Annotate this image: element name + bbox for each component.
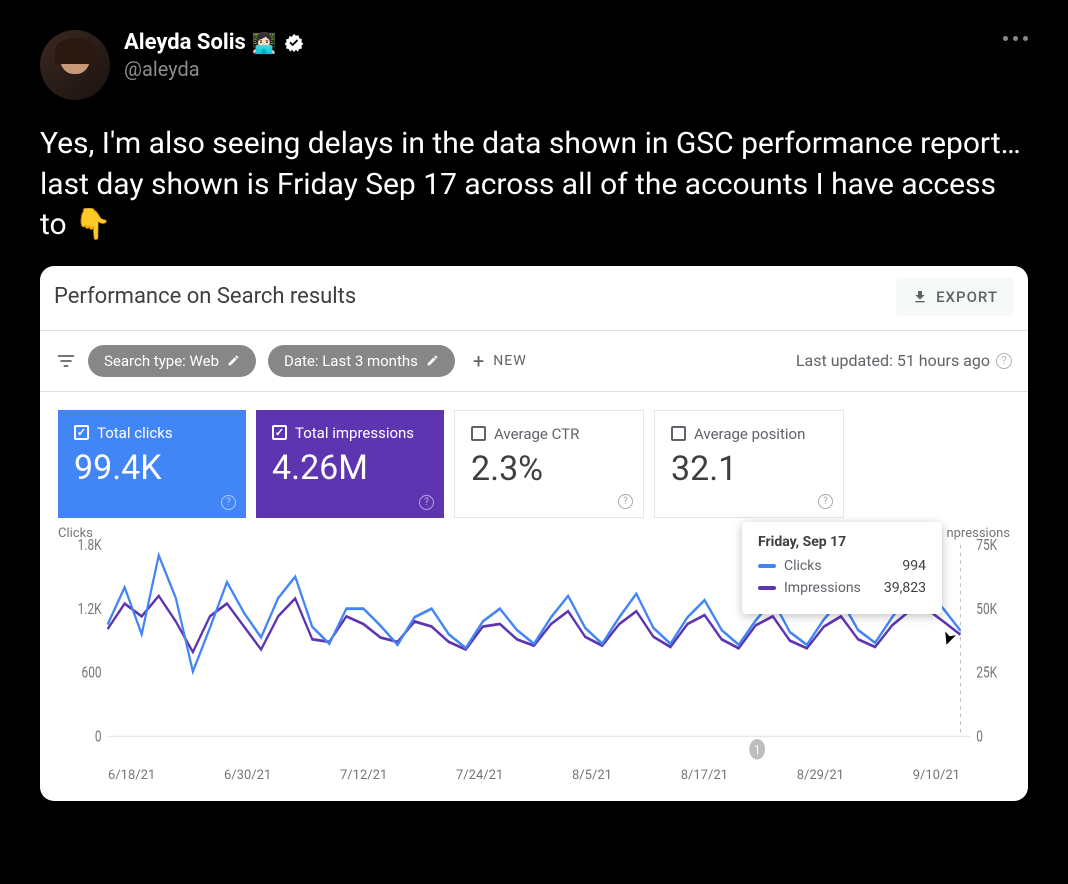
svg-text:0: 0 xyxy=(976,728,983,746)
add-filter-button[interactable]: + NEW xyxy=(473,351,527,371)
new-label: NEW xyxy=(493,353,526,369)
help-icon[interactable]: ? xyxy=(818,494,833,509)
export-label: EXPORT xyxy=(936,288,998,306)
verified-badge-icon xyxy=(283,32,305,54)
download-icon xyxy=(912,289,928,305)
export-button[interactable]: EXPORT xyxy=(896,278,1014,316)
checkbox-icon xyxy=(74,425,89,440)
impressions-value: 4.26M xyxy=(272,448,428,488)
position-value: 32.1 xyxy=(671,449,827,489)
metric-ctr[interactable]: Average CTR 2.3% ? xyxy=(454,410,644,518)
ctr-value: 2.3% xyxy=(471,449,627,489)
svg-text:1.2K: 1.2K xyxy=(78,600,102,618)
handle[interactable]: @aleyda xyxy=(124,57,305,81)
svg-text:25K: 25K xyxy=(976,664,997,682)
filter-icon[interactable] xyxy=(56,351,76,371)
svg-text:1: 1 xyxy=(754,742,760,758)
embedded-image[interactable]: Performance on Search results EXPORT Sea… xyxy=(40,266,1028,801)
pencil-icon xyxy=(426,354,439,367)
date-chip[interactable]: Date: Last 3 months xyxy=(268,345,455,377)
y-right-label: npressions xyxy=(946,526,1010,541)
help-icon[interactable]: ? xyxy=(618,494,633,509)
chart[interactable]: Clicks npressions 1.8K1.2K6000 75K50K25K… xyxy=(40,524,1028,801)
checkbox-icon xyxy=(671,426,686,441)
svg-text:0: 0 xyxy=(95,728,102,746)
checkbox-icon xyxy=(272,425,287,440)
x-axis-labels: 6/18/216/30/217/12/217/24/218/5/218/17/2… xyxy=(58,768,1010,783)
metric-impressions[interactable]: Total impressions 4.26M ? xyxy=(256,410,444,518)
metric-position[interactable]: Average position 32.1 ? xyxy=(654,410,844,518)
y-left-label: Clicks xyxy=(58,526,93,541)
display-name[interactable]: Aleyda Solis xyxy=(124,30,246,55)
page-title: Performance on Search results xyxy=(54,284,356,309)
pencil-icon xyxy=(227,354,240,367)
help-icon[interactable]: ? xyxy=(419,495,434,510)
tooltip-date: Friday, Sep 17 xyxy=(758,534,926,550)
help-icon[interactable]: ? xyxy=(221,495,236,510)
checkbox-icon xyxy=(471,426,486,441)
chip-label: Search type: Web xyxy=(104,352,219,370)
help-icon[interactable]: ? xyxy=(996,353,1012,369)
svg-text:600: 600 xyxy=(82,664,102,682)
clicks-value: 99.4K xyxy=(74,448,230,488)
metric-clicks[interactable]: Total clicks 99.4K ? xyxy=(58,410,246,518)
more-menu-button[interactable] xyxy=(1003,30,1028,41)
avatar[interactable] xyxy=(40,30,110,100)
tweet-body: Yes, I'm also seeing delays in the data … xyxy=(40,124,1028,246)
search-type-chip[interactable]: Search type: Web xyxy=(88,345,256,377)
last-updated: Last updated: 51 hours ago ? xyxy=(796,351,1012,370)
chart-tooltip: Friday, Sep 17 Clicks994 Impressions39,8… xyxy=(742,522,942,614)
laptop-emoji: 👩🏻‍💻 xyxy=(252,31,277,55)
plus-icon: + xyxy=(473,351,485,371)
svg-text:50K: 50K xyxy=(976,600,997,618)
chip-label: Date: Last 3 months xyxy=(284,352,418,370)
